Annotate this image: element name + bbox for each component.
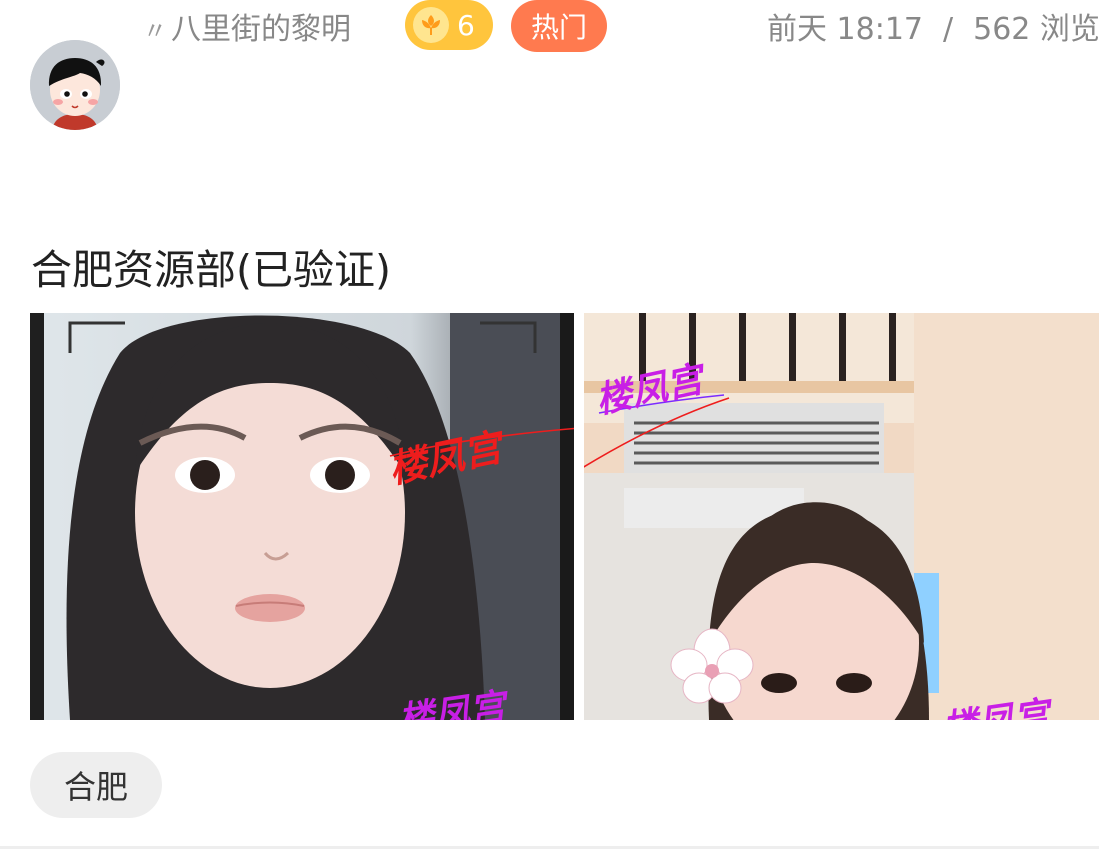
name-prefix-mark: 〃 — [143, 17, 167, 45]
cartoon-avatar-icon — [30, 40, 120, 130]
portrait-photo: 楼凤宫 楼凤宫 — [30, 313, 574, 720]
post-image-1[interactable]: 楼凤宫 楼凤宫 — [30, 313, 574, 720]
avatar[interactable] — [30, 40, 120, 130]
post-meta: 前天 18:17 / 562 浏览 — [767, 4, 1099, 48]
post-time: 前天 18:17 — [767, 12, 923, 47]
room-portrait-photo: 楼凤宫 楼凤宫 — [584, 313, 1099, 720]
meta-separator: / — [943, 12, 954, 47]
level-number: 6 — [457, 8, 475, 42]
post-title: 合肥资源部(已验证) — [31, 246, 391, 294]
hot-badge: 热门 — [511, 0, 607, 52]
flower-badge-icon — [413, 7, 449, 43]
post-header: 〃八里街的黎明 6 热门 前天 18:17 / 562 浏览 — [0, 0, 1099, 52]
tag-hefei[interactable]: 合肥 — [30, 752, 162, 818]
author-name[interactable]: 〃八里街的黎明 — [143, 4, 351, 48]
divider — [0, 846, 1099, 849]
post-image-2[interactable]: 楼凤宫 楼凤宫 — [584, 313, 1099, 720]
level-badge[interactable]: 6 — [405, 0, 493, 50]
author-name-text: 八里街的黎明 — [171, 12, 351, 47]
view-count: 562 浏览 — [973, 12, 1099, 47]
